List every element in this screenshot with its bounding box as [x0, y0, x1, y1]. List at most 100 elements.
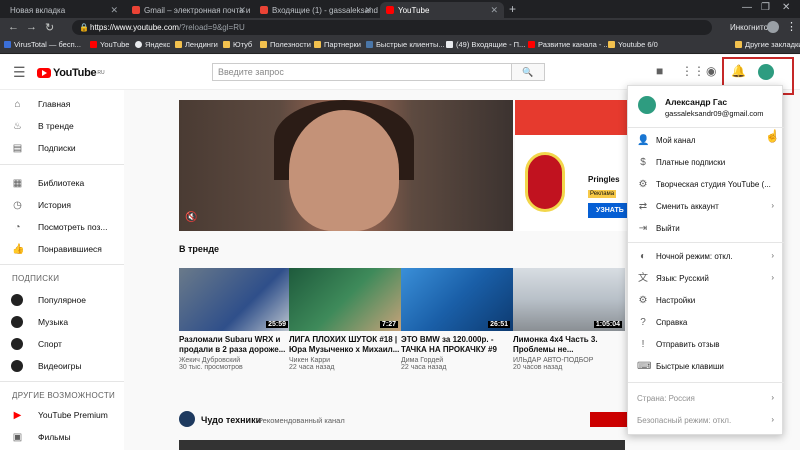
video-thumbnail[interactable]: 7:27	[289, 268, 401, 331]
bookmark-item[interactable]: Партнерки	[314, 40, 361, 49]
bookmark-item[interactable]: Развитие канала - ...	[528, 40, 610, 49]
video-thumbnail[interactable]	[289, 440, 401, 450]
bookmark-item[interactable]: Яндекс	[135, 40, 170, 49]
mute-icon[interactable]: 🔇	[185, 212, 197, 223]
subscriptions-icon: ▤	[12, 142, 23, 154]
video-title[interactable]: Лимонка 4х4 Часть 3. Проблемы не...	[513, 335, 625, 355]
gmail-icon	[132, 6, 140, 14]
channel-avatar[interactable]	[179, 411, 195, 427]
video-thumbnail[interactable]: 25:59	[179, 268, 291, 331]
video-title[interactable]: Разломали Subaru WRX и продали в 2 раза …	[179, 335, 291, 355]
back-icon[interactable]: ←	[8, 21, 19, 33]
sidebar-item-liked[interactable]: 👍 Понравившиеся	[0, 240, 124, 258]
menu-item-logout[interactable]: ⇥ Выйти	[628, 218, 784, 240]
menu-item-switch-account[interactable]: ⇄ Сменить аккаунт ›	[628, 196, 784, 218]
menu-item-help[interactable]: ? Справка	[628, 312, 784, 334]
close-window-icon[interactable]: ✕	[782, 2, 790, 13]
menu-item-safe-mode[interactable]: Безопасный режим: откл. ›	[628, 410, 784, 432]
new-tab-button[interactable]: +	[509, 2, 516, 16]
close-icon[interactable]: ✕	[238, 5, 246, 16]
search-input[interactable]: Введите запрос	[212, 63, 512, 81]
bookmark-other[interactable]: Другие закладки	[735, 40, 800, 49]
menu-item-shortcuts[interactable]: ⌨ Быстрые клавиши	[628, 356, 784, 378]
sidebar-item-popular[interactable]: Популярное	[0, 291, 124, 309]
bookmark-item[interactable]: YouTube	[90, 40, 129, 49]
ad-video-banner[interactable]: 🔇	[179, 100, 513, 231]
youtube-logo[interactable]: YouTube RU	[37, 67, 105, 79]
sidebar-item-trending[interactable]: ♨ В тренде	[0, 117, 124, 135]
sidebar-item-movies[interactable]: ▣ Фильмы	[0, 428, 124, 446]
tab-gmail[interactable]: Gmail – электронная почта и б ✕	[126, 2, 252, 18]
bookmark-item[interactable]: Полезности	[260, 40, 311, 49]
sidebar-item-subscriptions[interactable]: ▤ Подписки	[0, 139, 124, 157]
video-thumbnail[interactable]	[179, 440, 291, 450]
tab-label: Новая вкладка	[10, 5, 66, 15]
video-thumbnail[interactable]	[401, 440, 513, 450]
bookmark-item[interactable]: Лендинги	[175, 40, 218, 49]
video-camera-icon[interactable]: ■	[656, 64, 663, 78]
bookmark-item[interactable]: Youtube 6/0	[608, 40, 658, 49]
video-channel[interactable]: Чикен Карри	[289, 357, 401, 364]
folder-icon	[260, 41, 267, 48]
account-menu: Александр Гас gassaleksandr09@gmail.com …	[627, 85, 784, 435]
menu-item-settings[interactable]: ⚙ Настройки	[628, 290, 784, 312]
bookmark-item[interactable]: Быстрые клиенты...	[366, 40, 445, 49]
sidebar-item-history[interactable]: ◷ История	[0, 196, 124, 214]
sidebar-item-premium[interactable]: ▶ YouTube Premium	[0, 406, 124, 424]
video-card[interactable]: 26:51 ЭТО BMW за 120.000р. - ТАЧКА НА ПР…	[401, 268, 513, 371]
forward-icon[interactable]: →	[26, 21, 37, 33]
close-icon[interactable]: ✕	[364, 5, 372, 16]
reload-icon[interactable]: ↻	[45, 21, 54, 34]
sidebar-item-music[interactable]: Музыка	[0, 313, 124, 331]
menu-item-label: Творческая студия YouTube (...	[656, 180, 771, 189]
menu-item-my-channel[interactable]: 👤 Мой канал	[628, 130, 784, 152]
bookmark-item[interactable]: VirusTotal — бесп...	[4, 40, 81, 49]
video-thumbnail[interactable]: 26:51	[401, 268, 513, 331]
account-email: gassaleksandr09@gmail.com	[665, 109, 764, 118]
bookmark-item[interactable]: (49) Входящие - П...	[446, 40, 525, 49]
video-channel[interactable]: ИЛЬДАР АВТО-ПОДБОР	[513, 357, 625, 364]
hamburger-icon[interactable]: ☰	[13, 64, 26, 81]
messages-icon[interactable]: ◉	[706, 64, 716, 78]
minimize-icon[interactable]: —	[742, 2, 752, 13]
video-card[interactable]: 7:27 ЛИГА ПЛОХИХ ШУТОК #18 | Юра Музычен…	[289, 268, 401, 371]
video-card[interactable]: 25:59 Разломали Subaru WRX и продали в 2…	[179, 268, 291, 371]
menu-item-paid-subs[interactable]: $ Платные подписки	[628, 152, 784, 174]
sidebar-item-sport[interactable]: Спорт	[0, 335, 124, 353]
menu-item-label: Настройки	[656, 296, 696, 305]
tab-new[interactable]: Новая вкладка ✕	[4, 2, 124, 18]
tab-inbox[interactable]: Входящие (1) - gassaleksandr0 ✕	[254, 2, 378, 18]
video-channel[interactable]: Дима Гордей	[401, 357, 513, 364]
close-icon[interactable]: ✕	[490, 5, 498, 16]
history-icon: ◷	[13, 199, 22, 211]
video-title[interactable]: ЭТО BMW за 120.000р. - ТАЧКА НА ПРОКАЧКУ…	[401, 335, 513, 355]
search-button[interactable]: 🔍	[511, 63, 545, 81]
sidebar-item-library[interactable]: ▦ Библиотека	[0, 174, 124, 192]
browser-menu-icon[interactable]: ⋮	[786, 20, 797, 33]
video-channel[interactable]: Жекич Дубровский	[179, 357, 291, 364]
channel-name[interactable]: Чудо техники	[201, 415, 261, 425]
menu-item-feedback[interactable]: ! Отправить отзыв	[628, 334, 784, 356]
menu-item-language[interactable]: 文 Язык: Русский ›	[628, 268, 784, 290]
subscribe-button[interactable]	[590, 412, 627, 427]
video-title[interactable]: ЛИГА ПЛОХИХ ШУТОК #18 | Юра Музыченко х …	[289, 335, 401, 355]
sidebar-item-watch-later[interactable]: ◔ Посмотреть поз...	[0, 218, 124, 236]
video-thumbnail[interactable]	[513, 440, 625, 450]
home-icon: ⌂	[14, 98, 21, 110]
ad-learn-button[interactable]: УЗНАТЬ	[588, 203, 628, 218]
sidebar-item-home[interactable]: ⌂ Главная	[0, 95, 124, 113]
apps-icon[interactable]: ⋮⋮	[681, 64, 705, 78]
tab-youtube[interactable]: YouTube ✕	[380, 2, 504, 18]
close-icon[interactable]: ✕	[110, 5, 118, 16]
menu-item-studio[interactable]: ⚙ Творческая студия YouTube (...	[628, 174, 784, 196]
sidebar-item-games[interactable]: Видеоигры	[0, 357, 124, 375]
ad-panel[interactable]: Pringles Реклама УЗНАТЬ	[515, 100, 628, 231]
bookmark-item[interactable]: Ютуб	[223, 40, 252, 49]
menu-item-country[interactable]: Страна: Россия ›	[628, 388, 784, 410]
menu-item-dark-mode[interactable]: ◐ Ночной режим: откл. ›	[628, 246, 784, 268]
video-card[interactable]: 1:05:04 Лимонка 4х4 Часть 3. Проблемы не…	[513, 268, 625, 371]
incognito-icon[interactable]	[767, 21, 779, 33]
maximize-icon[interactable]: ❐	[761, 2, 770, 13]
video-thumbnail[interactable]: 1:05:04	[513, 268, 625, 331]
url-field[interactable]: 🔒 https://www.youtube.com/?reload=9&gl=RU	[72, 20, 712, 35]
